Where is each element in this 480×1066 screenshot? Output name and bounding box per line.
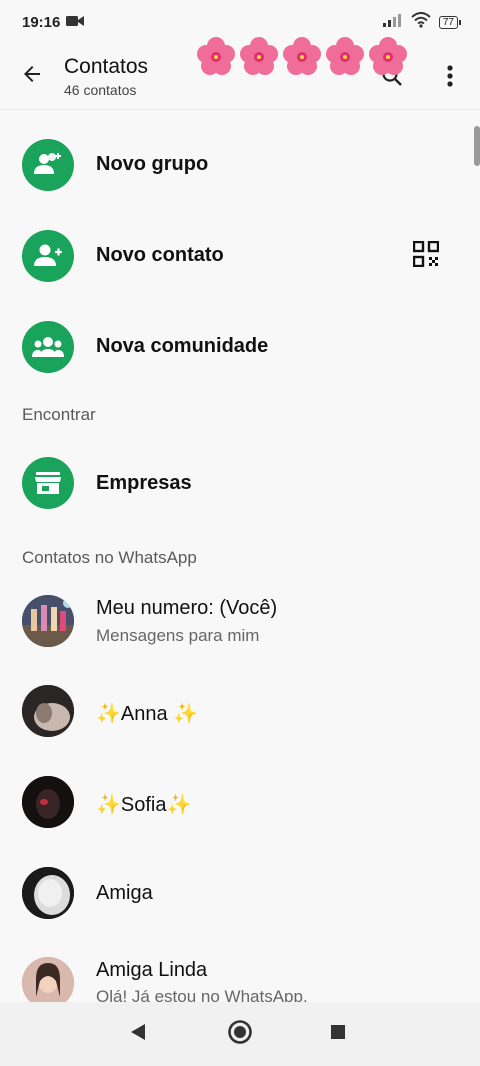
new-contact-label: Novo contato <box>96 244 224 266</box>
section-find-header: Encontrar <box>22 405 96 424</box>
contact-row[interactable]: ✨Anna ✨ <box>0 667 470 757</box>
contact-row[interactable]: ✨Sofia✨ <box>0 757 470 847</box>
nav-back-button[interactable] <box>118 1014 158 1054</box>
new-contact-row[interactable]: Novo contato <box>0 210 470 302</box>
avatar <box>22 685 74 737</box>
flower-icon <box>369 37 407 75</box>
signal-icon <box>382 13 403 31</box>
community-icon <box>22 321 74 373</box>
more-options-button[interactable] <box>432 60 468 96</box>
battery-indicator: 77 <box>438 15 462 29</box>
flower-icon <box>240 37 278 75</box>
add-contact-icon <box>22 230 74 282</box>
contact-row[interactable]: Meu numero: (Você) Mensagens para mim <box>0 575 470 667</box>
square-recents-icon <box>330 1024 346 1045</box>
businesses-label: Empresas <box>96 472 192 494</box>
triangle-back-icon <box>130 1023 146 1046</box>
video-camera-icon <box>66 14 85 31</box>
businesses-row[interactable]: Empresas <box>0 438 470 528</box>
page-title: Contatos <box>64 55 149 78</box>
flower-icon <box>197 37 235 75</box>
nav-home-button[interactable] <box>220 1014 260 1054</box>
more-vert-icon <box>447 64 453 92</box>
contact-name: Amiga <box>96 882 153 904</box>
new-community-row[interactable]: Nova comunidade <box>0 302 470 392</box>
contact-count: 46 contatos <box>64 82 137 98</box>
arrow-back-icon <box>20 62 44 91</box>
flower-icon <box>283 37 321 75</box>
contact-name: Meu numero: (Você) <box>96 597 278 619</box>
back-button[interactable] <box>0 44 64 110</box>
store-icon <box>22 457 74 509</box>
system-navigation-bar <box>0 1002 480 1066</box>
contact-name: Amiga Linda <box>96 959 208 981</box>
qr-code-icon <box>412 240 440 272</box>
new-group-row[interactable]: Novo grupo <box>0 120 470 210</box>
contact-name: ✨Anna ✨ <box>96 703 199 725</box>
contact-row[interactable]: Amiga <box>0 847 470 939</box>
wifi-icon <box>411 12 431 32</box>
new-community-label: Nova comunidade <box>96 335 269 357</box>
contact-row[interactable]: Amiga Linda Olá! Já estou no WhatsApp. <box>0 939 470 1002</box>
nav-recents-button[interactable] <box>318 1014 358 1054</box>
flower-icon <box>326 37 364 75</box>
contact-status: Olá! Já estou no WhatsApp. <box>96 987 308 1002</box>
section-contacts-header: Contatos no WhatsApp <box>22 548 197 567</box>
circle-home-icon <box>227 1019 253 1050</box>
new-group-icon <box>22 139 74 191</box>
avatar <box>22 957 74 1002</box>
status-time: 19:16 <box>22 13 61 31</box>
new-group-label: Novo grupo <box>96 153 209 175</box>
qr-code-button[interactable] <box>408 238 444 274</box>
avatar <box>22 867 74 919</box>
flower-stickers <box>196 36 408 78</box>
scrollbar-thumb[interactable] <box>474 126 480 166</box>
contact-status: Mensagens para mim <box>96 626 260 645</box>
avatar <box>22 776 74 828</box>
contact-name: ✨Sofia✨ <box>96 794 192 816</box>
avatar <box>22 595 74 647</box>
